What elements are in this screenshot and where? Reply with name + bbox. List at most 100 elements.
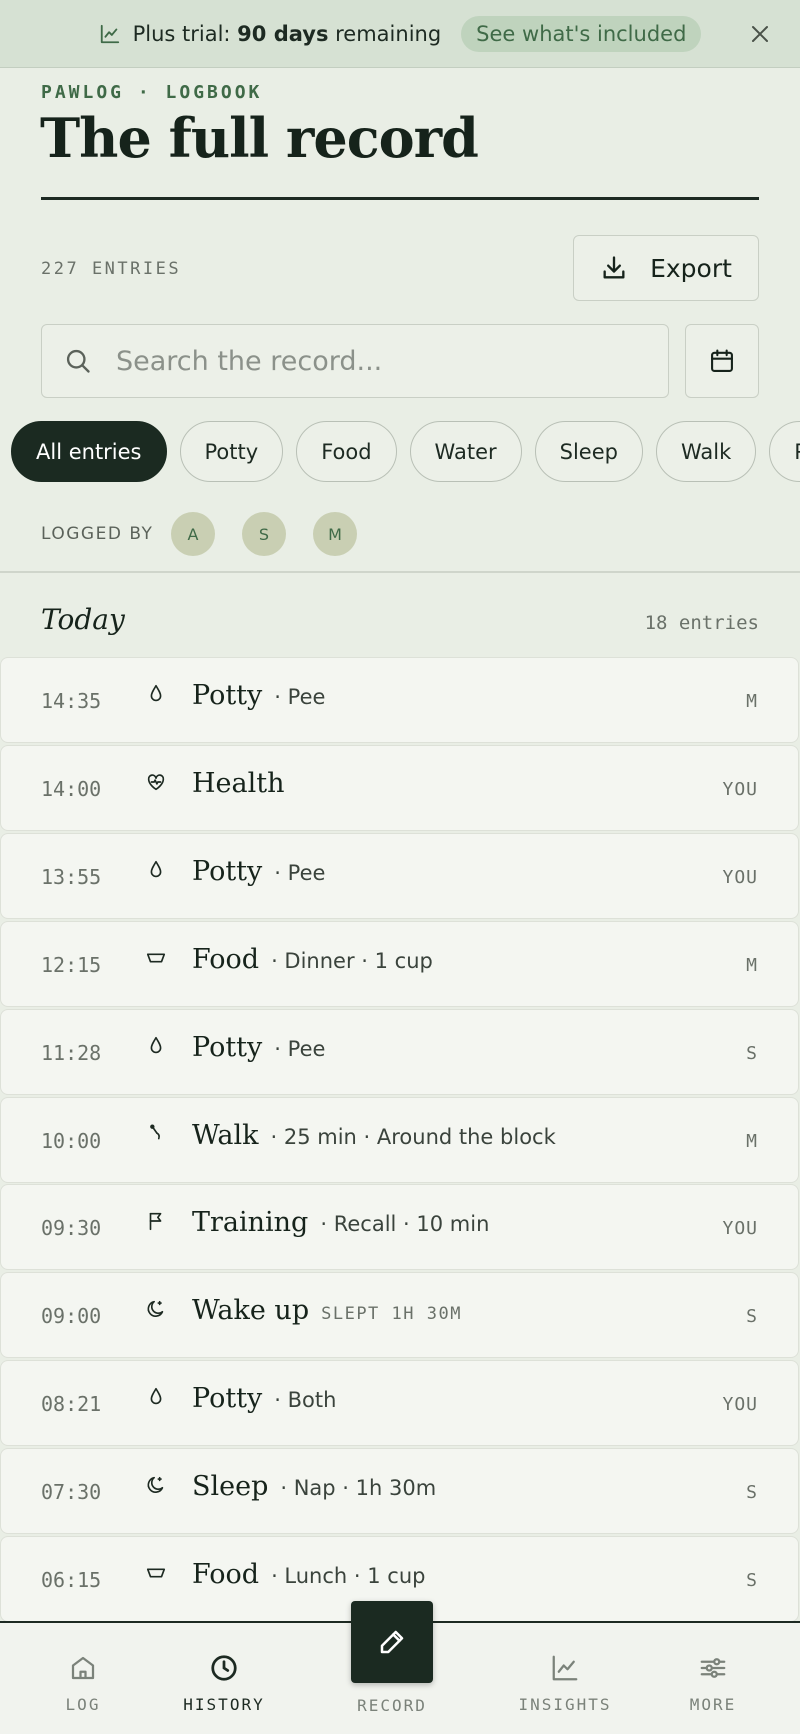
- clock-icon: [211, 1655, 237, 1681]
- bowl-icon: [145, 946, 167, 970]
- entry-time: 10:00: [41, 1128, 102, 1153]
- entry-time: 08:21: [41, 1392, 102, 1417]
- flag-icon: [145, 1209, 167, 1233]
- entry-category: Sleep: [192, 1471, 269, 1503]
- calendar-icon: [711, 349, 733, 372]
- trend-chart-icon: [552, 1655, 578, 1681]
- filter-chip-all[interactable]: All entries: [11, 421, 167, 482]
- filter-chip-water[interactable]: Water: [409, 421, 522, 482]
- entry-row[interactable]: 12:15 Food · Dinner · 1 cup M: [0, 920, 799, 1007]
- entry-summary: Food · Dinner · 1 cup: [192, 944, 433, 975]
- entry-row[interactable]: 11:28 Potty · Pee S: [0, 1008, 799, 1095]
- entry-row[interactable]: 14:00 Health YOU: [0, 744, 799, 831]
- close-icon[interactable]: [748, 22, 772, 46]
- entry-detail: · Lunch · 1 cup: [271, 1564, 426, 1588]
- search-icon: [66, 349, 90, 373]
- entry-count: 227 ENTRIES: [41, 259, 182, 279]
- entry-detail: · Dinner · 1 cup: [271, 948, 433, 973]
- nav-insights[interactable]: INSIGHTS: [500, 1623, 630, 1734]
- entry-time: 06:15: [41, 1568, 102, 1592]
- entry-summary: Potty · Pee: [192, 856, 325, 887]
- entry-time: 11:28: [41, 1040, 102, 1065]
- entry-category: Health: [192, 767, 285, 799]
- day-entry-count: 18 entries: [644, 612, 759, 634]
- entry-logged-by: S: [746, 1306, 758, 1328]
- logged-by-avatar-s[interactable]: S: [242, 512, 286, 556]
- filter-chip-food[interactable]: Food: [296, 421, 397, 482]
- entry-row[interactable]: 14:35 Potty · Pee M: [0, 657, 799, 743]
- entry-logged-by: M: [746, 1130, 758, 1152]
- entry-summary: Potty · Pee: [192, 680, 325, 711]
- trial-days: 90 days: [237, 21, 329, 46]
- home-icon: [71, 1656, 95, 1680]
- entry-time: 09:30: [41, 1216, 102, 1241]
- filter-chip-sleep[interactable]: Sleep: [534, 421, 643, 482]
- entry-logged-by: M: [746, 954, 758, 976]
- entry-category: Food: [192, 943, 260, 975]
- entry-detail: · Both: [274, 1388, 337, 1413]
- entry-logged-by: S: [746, 1042, 758, 1064]
- entry-logged-by: YOU: [722, 866, 758, 888]
- trial-suffix: remaining: [328, 21, 442, 46]
- see-whats-included-button[interactable]: See what's included: [461, 15, 702, 52]
- entry-row[interactable]: 07:30 Sleep · Nap · 1h 30m S: [0, 1448, 799, 1535]
- entry-time: 12:15: [41, 952, 102, 977]
- entry-row[interactable]: 09:00 Wake up SLEPT 1H 30M S: [0, 1272, 799, 1359]
- entry-time: 14:00: [41, 776, 102, 801]
- filter-chip-potty[interactable]: Potty: [179, 421, 284, 482]
- entry-row[interactable]: 10:00 Walk · 25 min · Around the block M: [0, 1096, 799, 1183]
- nav-record-label: RECORD: [357, 1696, 427, 1715]
- drop-icon: [145, 1034, 167, 1058]
- trial-prefix: Plus trial:: [132, 21, 238, 46]
- filter-chips: All entries Potty Food Water Sleep Walk …: [11, 421, 800, 483]
- logged-by-avatar-m[interactable]: M: [313, 512, 357, 556]
- section-divider: [0, 571, 800, 573]
- entry-summary: Food · Lunch · 1 cup: [192, 1559, 425, 1590]
- nav-more[interactable]: MORE: [648, 1623, 778, 1734]
- drop-icon: [145, 682, 167, 706]
- entry-summary: Sleep · Nap · 1h 30m: [192, 1471, 436, 1502]
- entry-logged-by: YOU: [722, 778, 758, 800]
- entry-category: Training: [192, 1207, 309, 1239]
- entry-category: Potty: [192, 1031, 263, 1063]
- entry-time: 07:30: [41, 1480, 102, 1505]
- export-label: Export: [650, 253, 732, 283]
- entry-category: Potty: [192, 855, 263, 887]
- filter-chip-walk[interactable]: Walk: [655, 421, 757, 482]
- entry-note: SLEPT 1H 30M: [321, 1304, 462, 1325]
- date-filter-button[interactable]: [685, 324, 759, 398]
- moon-icon: [145, 1297, 167, 1321]
- entry-category: Potty: [192, 680, 263, 711]
- entry-time: 09:00: [41, 1304, 102, 1329]
- entry-detail: · Pee: [274, 685, 326, 709]
- filter-chip-play[interactable]: Play: [769, 421, 800, 482]
- entry-detail: · Pee: [274, 1036, 326, 1061]
- record-button[interactable]: [351, 1601, 433, 1683]
- nav-log[interactable]: LOG: [18, 1623, 148, 1734]
- entry-logged-by: YOU: [722, 1218, 758, 1240]
- entry-summary: Wake up SLEPT 1H 30M: [192, 1295, 462, 1326]
- entry-category: Food: [192, 1559, 260, 1590]
- entry-summary: Potty · Both: [192, 1383, 336, 1414]
- export-button[interactable]: Export: [573, 235, 759, 301]
- entry-logged-by: S: [746, 1482, 758, 1504]
- logged-by-avatar-a[interactable]: A: [171, 512, 215, 556]
- trial-banner: Plus trial: 90 days remaining See what's…: [0, 0, 800, 68]
- page-title: The full record: [40, 106, 479, 170]
- entry-row[interactable]: 13:55 Potty · Pee YOU: [0, 832, 799, 919]
- entry-category: Wake up: [192, 1295, 310, 1327]
- entry-logged-by: YOU: [722, 1394, 758, 1416]
- trial-banner-content: Plus trial: 90 days remaining See what's…: [99, 15, 702, 52]
- entry-summary: Training · Recall · 10 min: [192, 1207, 489, 1238]
- entry-category: Walk: [192, 1119, 259, 1151]
- entry-logged-by: S: [746, 1570, 758, 1591]
- entry-row[interactable]: 08:21 Potty · Both YOU: [0, 1360, 799, 1447]
- entry-logged-by: M: [746, 691, 758, 712]
- entry-detail: · Pee: [274, 860, 326, 885]
- entry-summary: Potty · Pee: [192, 1032, 325, 1063]
- search-input[interactable]: [116, 345, 656, 377]
- search-box: [41, 324, 669, 398]
- moon-icon: [145, 1473, 167, 1497]
- entry-row[interactable]: 09:30 Training · Recall · 10 min YOU: [0, 1184, 799, 1271]
- nav-history[interactable]: HISTORY: [159, 1623, 289, 1734]
